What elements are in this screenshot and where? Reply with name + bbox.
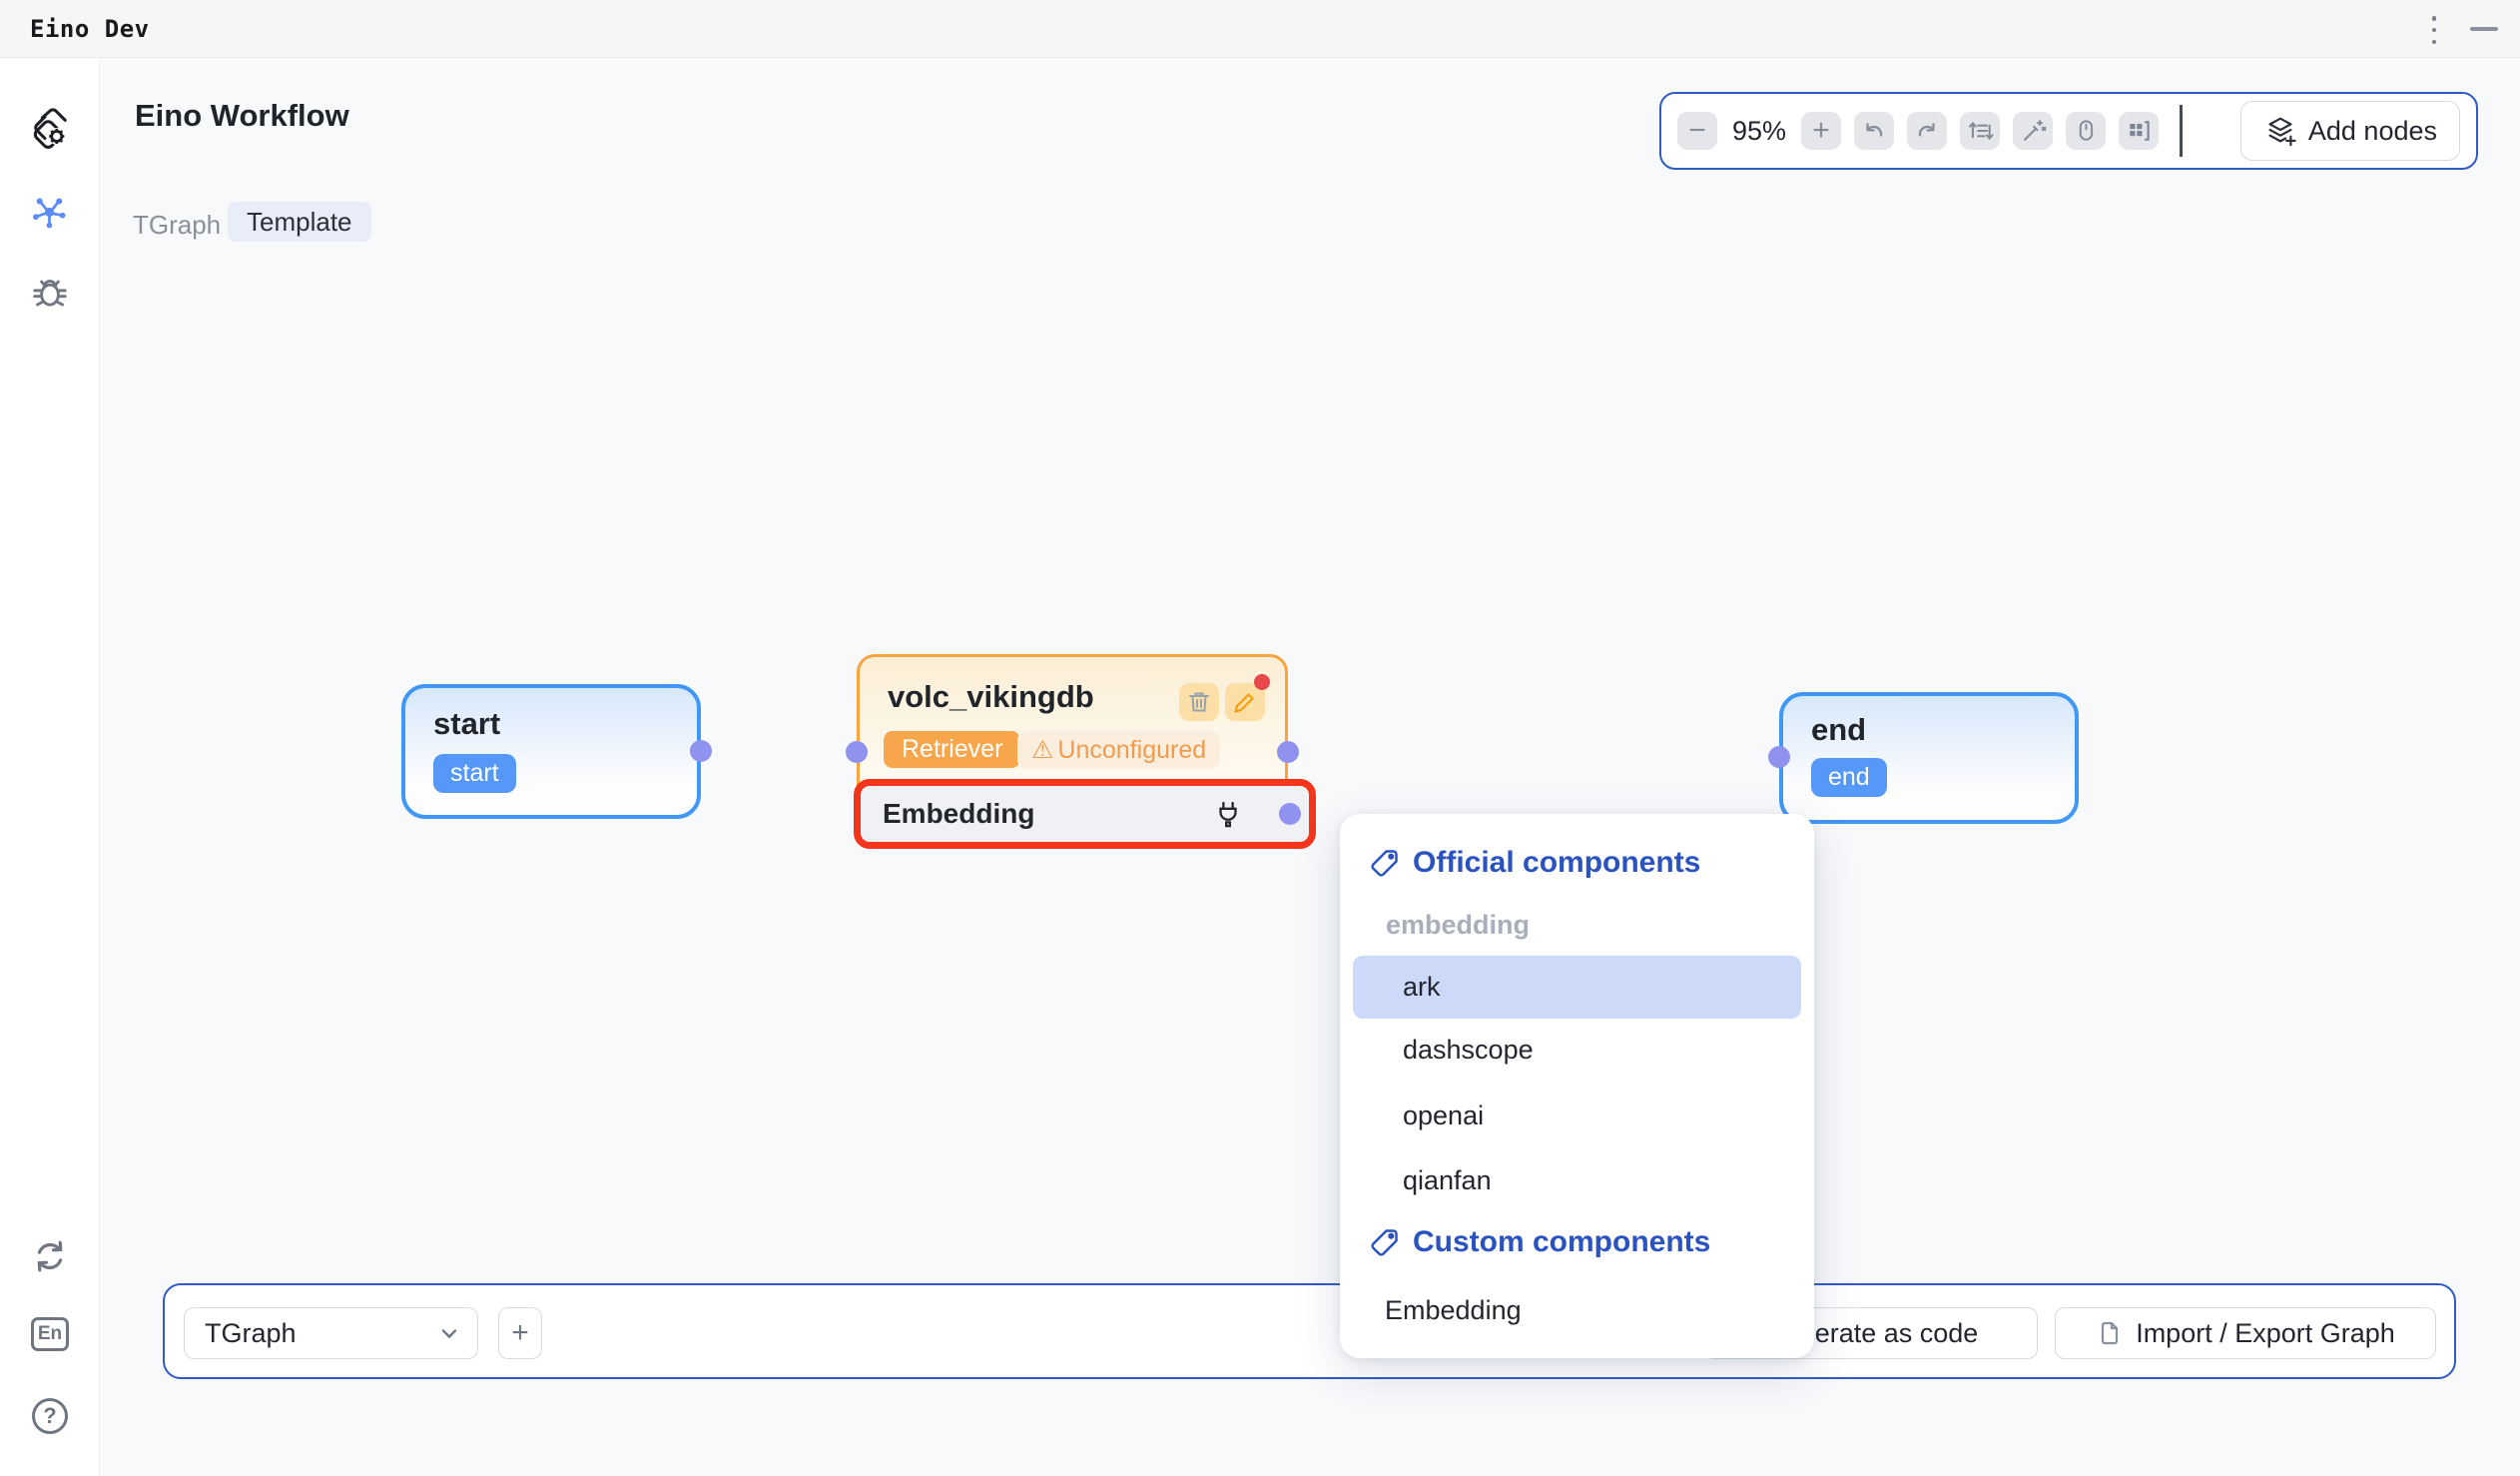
plug-icon xyxy=(1213,799,1243,829)
panel-layout-icon xyxy=(2125,117,2153,145)
mouse-icon xyxy=(2072,117,2100,145)
vertical-sort-icon xyxy=(1965,116,1995,146)
plus-icon: + xyxy=(511,1316,529,1350)
custom-components-header: Custom components xyxy=(1370,1225,1710,1259)
tag-icon xyxy=(1370,1227,1400,1257)
graph-icon xyxy=(29,191,71,233)
pencil-icon xyxy=(1232,689,1258,715)
graph-bar: TGraph + Generate as code Import / Expor… xyxy=(163,1283,2456,1379)
component-item-dashscope[interactable]: dashscope xyxy=(1353,1019,1801,1082)
add-nodes-label: Add nodes xyxy=(2308,116,2437,147)
app-window: Eino Dev xyxy=(0,0,2520,1476)
help-label: ? xyxy=(32,1398,68,1434)
notification-dot xyxy=(1254,674,1270,690)
undo-button[interactable] xyxy=(1854,112,1894,150)
port-start-output[interactable] xyxy=(690,740,712,762)
import-export-label: Import / Export Graph xyxy=(2136,1318,2395,1349)
port-end-input[interactable] xyxy=(1768,746,1790,768)
slot-label: Embedding xyxy=(883,798,1034,830)
sidebar-item-workflow[interactable] xyxy=(28,190,72,234)
window-titlebar: Eino Dev xyxy=(0,0,2520,58)
app-title: Eino Dev xyxy=(30,15,150,43)
section-title: Official components xyxy=(1413,846,1700,880)
bug-icon xyxy=(29,271,71,313)
beautify-button[interactable] xyxy=(2013,112,2053,150)
canvas-toolbar: − 95% + xyxy=(1659,92,2478,170)
unconfigured-badge: ⚠Unconfigured xyxy=(1017,731,1220,769)
layers-plus-icon xyxy=(2263,114,2297,148)
trash-icon xyxy=(1186,689,1212,715)
graph-select[interactable]: TGraph xyxy=(184,1307,478,1359)
component-item-ark[interactable]: ark xyxy=(1353,956,1801,1019)
warning-icon: ⚠ xyxy=(1031,735,1053,765)
zoom-out-button[interactable]: − xyxy=(1677,112,1717,150)
section-title: Custom components xyxy=(1413,1225,1710,1259)
redo-icon xyxy=(1913,117,1941,145)
mouse-mode-button[interactable] xyxy=(2066,112,2106,150)
node-title: end xyxy=(1811,712,1866,748)
help-icon[interactable]: ? xyxy=(28,1394,72,1438)
node-type-badge: Retriever xyxy=(884,731,1020,768)
minimize-icon[interactable] xyxy=(2470,27,2498,31)
minimap-button[interactable] xyxy=(2119,112,2159,150)
zoom-level: 95% xyxy=(1730,116,1788,147)
warning-label: Unconfigured xyxy=(1057,736,1206,765)
official-components-header: Official components xyxy=(1370,846,1700,880)
undo-icon xyxy=(1860,117,1888,145)
redo-button[interactable] xyxy=(1907,112,1947,150)
chevron-down-icon xyxy=(437,1321,461,1345)
component-item-qianfan[interactable]: qianfan xyxy=(1353,1149,1801,1212)
page-title: Eino Workflow xyxy=(135,98,349,134)
sidebar-item-debug[interactable] xyxy=(28,270,72,314)
group-label: embedding xyxy=(1386,910,1530,941)
toolbar-divider xyxy=(2180,105,2183,157)
zoom-in-button[interactable]: + xyxy=(1801,112,1841,150)
tag-icon xyxy=(1370,848,1400,878)
language-en-icon[interactable]: En xyxy=(28,1312,72,1356)
import-export-button[interactable]: Import / Export Graph xyxy=(2055,1307,2436,1359)
node-type-badge: start xyxy=(433,754,516,793)
magic-wand-icon xyxy=(2019,117,2047,145)
minus-icon: − xyxy=(1688,114,1706,148)
node-type-badge: end xyxy=(1811,758,1887,797)
sidebar: En ? xyxy=(0,58,100,1476)
plus-icon: + xyxy=(1812,114,1830,148)
embedding-slot[interactable]: Embedding xyxy=(854,779,1316,849)
document-icon xyxy=(2096,1319,2124,1347)
auto-layout-button[interactable] xyxy=(1960,112,2000,150)
node-start[interactable]: start start xyxy=(401,684,701,819)
component-item-embedding[interactable]: Embedding xyxy=(1353,1279,1801,1342)
graph-select-value: TGraph xyxy=(205,1318,297,1349)
template-badge: Template xyxy=(228,202,371,242)
component-picker-popup: Official components embedding ark dashsc… xyxy=(1340,814,1814,1358)
node-title: start xyxy=(433,706,500,742)
port-retriever-output[interactable] xyxy=(1277,741,1299,763)
delete-node-button[interactable] xyxy=(1179,683,1219,721)
add-nodes-button[interactable]: Add nodes xyxy=(2240,101,2460,161)
port-retriever-input[interactable] xyxy=(846,741,868,763)
refresh-icon[interactable] xyxy=(28,1234,72,1278)
language-label: En xyxy=(31,1317,69,1351)
kebab-menu-icon[interactable] xyxy=(2430,16,2438,44)
eino-logo-icon xyxy=(28,106,72,150)
breadcrumb-graph-name: TGraph xyxy=(133,210,221,241)
port-embedding-slot[interactable] xyxy=(1279,803,1301,825)
add-graph-button[interactable]: + xyxy=(498,1307,542,1359)
node-title: volc_vikingdb xyxy=(888,679,1094,715)
node-end[interactable]: end end xyxy=(1779,692,2079,824)
component-item-openai[interactable]: openai xyxy=(1353,1085,1801,1147)
